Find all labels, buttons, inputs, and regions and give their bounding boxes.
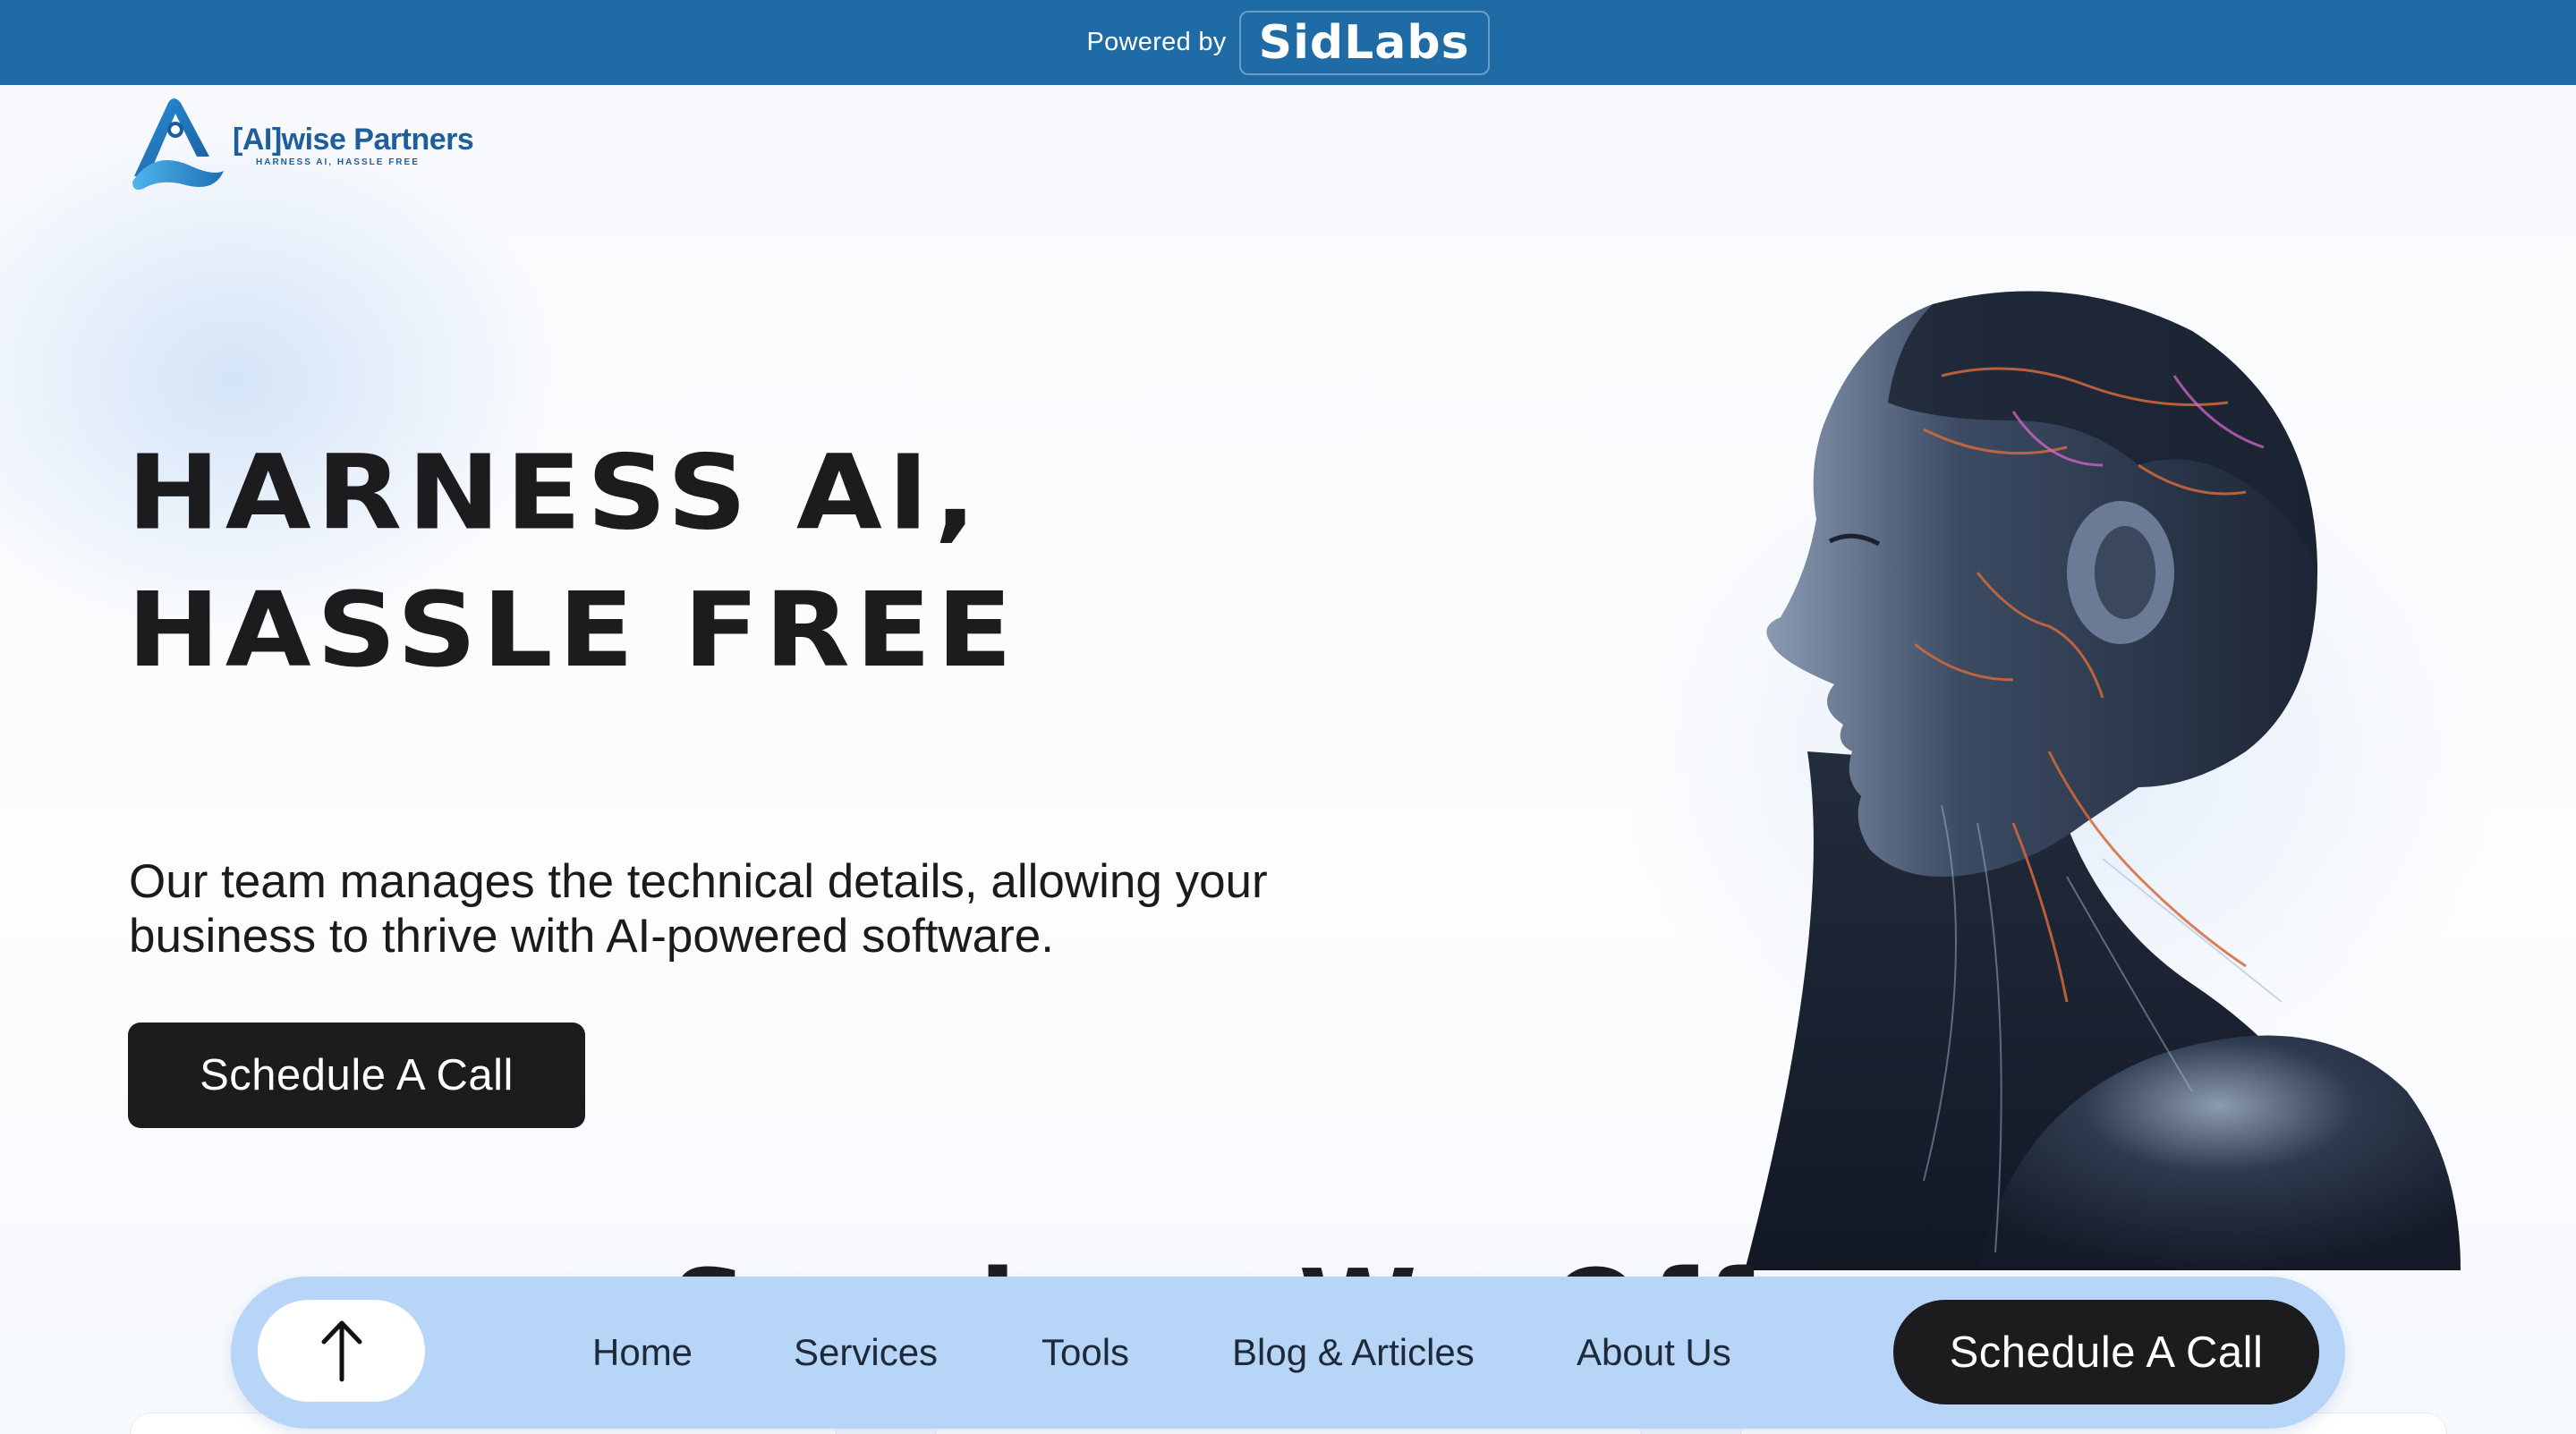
site-logo[interactable]: [AI]wise Partners HARNESS AI, HASSLE FRE… — [127, 94, 474, 192]
nav-item-blog[interactable]: Blog & Articles — [1232, 1277, 1475, 1429]
nav-schedule-call-button[interactable]: Schedule A Call — [1893, 1300, 2319, 1404]
logo-mark-icon — [132, 98, 224, 190]
ai-robot-head-image — [1745, 291, 2461, 1270]
page-content: [AI]wise Partners HARNESS AI, HASSLE FRE… — [0, 85, 2576, 1434]
powered-by-label: Powered by — [1086, 28, 1227, 56]
nav-item-home[interactable]: Home — [592, 1277, 693, 1429]
logo-tagline: HARNESS AI, HASSLE FREE — [256, 157, 420, 167]
hero-schedule-call-button[interactable]: Schedule A Call — [128, 1022, 585, 1128]
hero-subtitle: Our team manages the technical details, … — [129, 855, 1268, 963]
sidlabs-link[interactable]: SidLabs — [1238, 10, 1490, 75]
nav-item-services[interactable]: Services — [794, 1277, 938, 1429]
hero-title-line1: HARNESS AI, — [127, 433, 982, 554]
hero-title-line2: HASSLE FREE — [127, 570, 1018, 691]
services-section-title: Services We Offer — [0, 1248, 2576, 1278]
logo-name: [AI]wise Partners — [233, 123, 474, 157]
powered-by-banner: Powered by SidLabs — [0, 0, 2576, 85]
nav-item-about[interactable]: About Us — [1577, 1277, 1731, 1429]
nav-item-tools[interactable]: Tools — [1041, 1277, 1129, 1429]
hero-title: HARNESS AI, HASSLE FREE — [127, 425, 1017, 700]
floating-nav-bar: Home Services Tools Blog & Articles Abou… — [231, 1277, 2345, 1429]
